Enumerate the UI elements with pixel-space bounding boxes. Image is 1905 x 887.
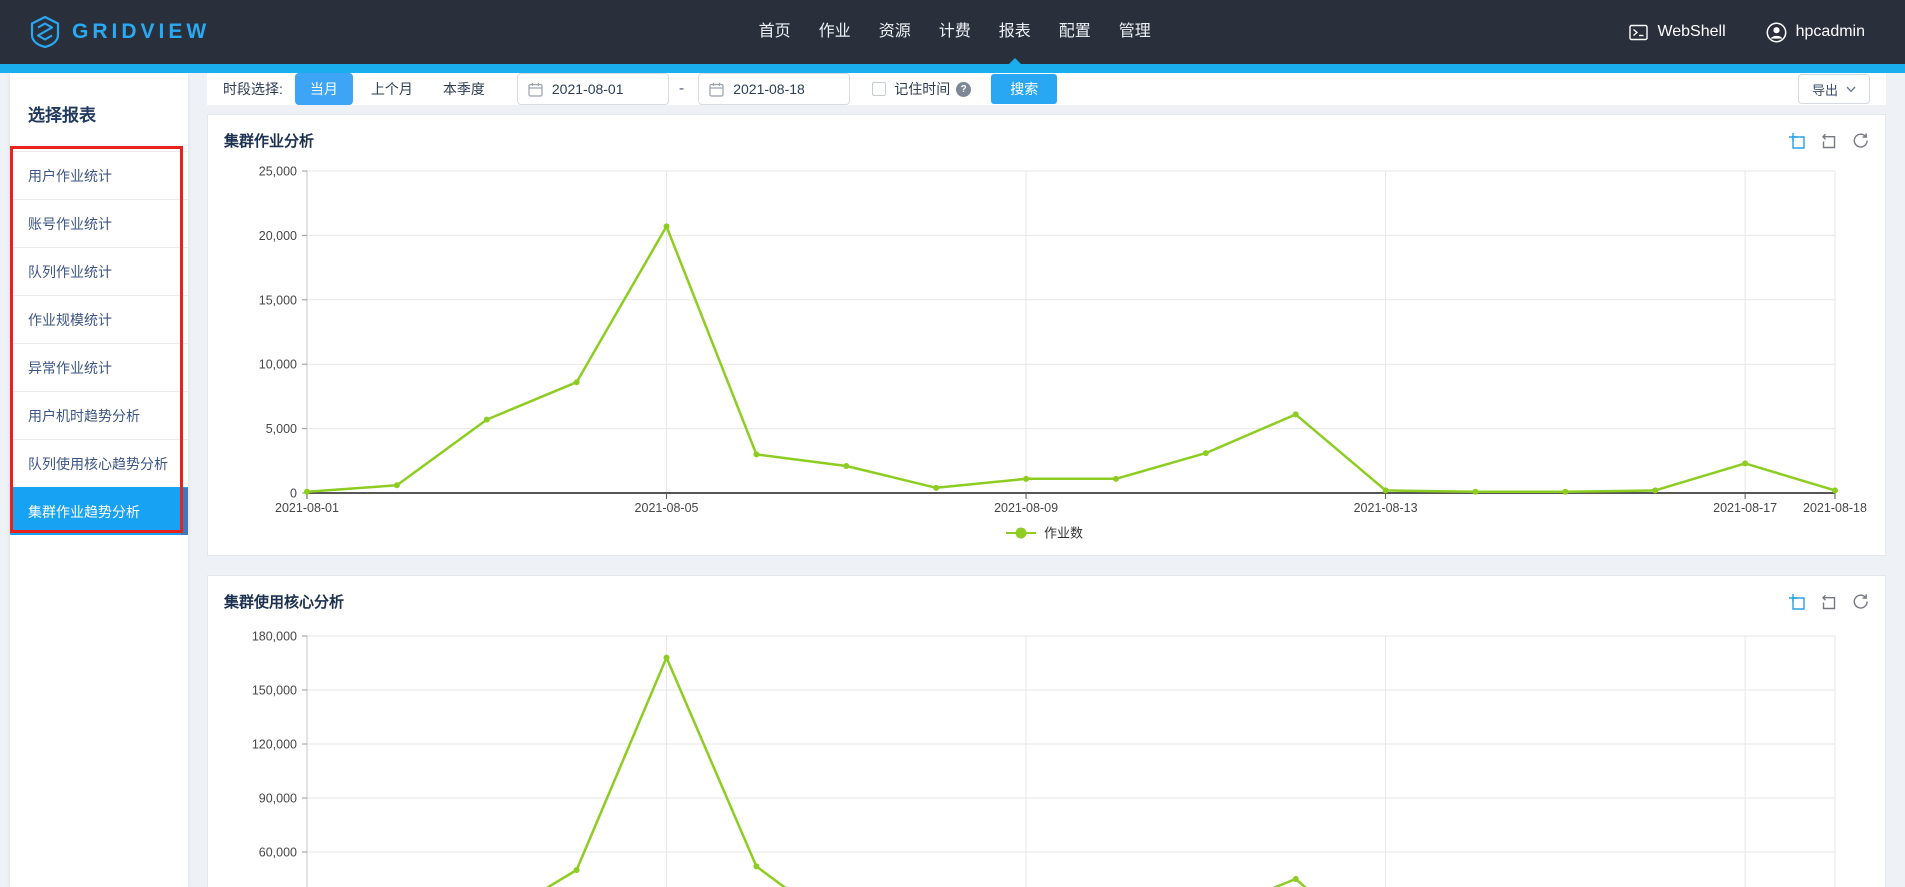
- sidebar-title: 选择报表: [10, 73, 188, 151]
- date-to-input[interactable]: 2021-08-18: [698, 73, 850, 105]
- zoom-reset-icon[interactable]: [1820, 132, 1837, 149]
- sidebar-report-item-3[interactable]: 队列作业统计: [10, 247, 188, 295]
- panel-title: 集群作业分析: [224, 130, 314, 151]
- refresh-icon[interactable]: [1852, 132, 1869, 149]
- search-button[interactable]: 搜索: [991, 74, 1057, 104]
- cluster-cores-analysis-panel: 集群使用核心分析: [207, 575, 1886, 887]
- nav-item-1[interactable]: 首页: [759, 0, 791, 64]
- zoom-select-icon[interactable]: [1788, 593, 1805, 610]
- svg-text:2021-08-18: 2021-08-18: [1803, 501, 1867, 515]
- webshell-button[interactable]: WebShell: [1629, 23, 1725, 41]
- user-menu[interactable]: hpcadmin: [1766, 22, 1865, 43]
- svg-text:2021-08-09: 2021-08-09: [994, 501, 1058, 515]
- report-sidebar: 选择报表 用户作业统计账号作业统计队列作业统计作业规模统计异常作业统计用户机时趋…: [10, 73, 188, 887]
- svg-text:20,000: 20,000: [259, 229, 297, 243]
- svg-text:2021-08-05: 2021-08-05: [635, 501, 699, 515]
- quick-period-buttons: 当月上个月本季度: [295, 73, 503, 105]
- remember-time-checkbox[interactable]: [872, 82, 886, 96]
- nav-item-3[interactable]: 资源: [879, 0, 911, 64]
- chart-toolbar: [1788, 593, 1869, 610]
- svg-text:10,000: 10,000: [259, 358, 297, 372]
- svg-text:5,000: 5,000: [266, 422, 297, 436]
- nav-item-2[interactable]: 作业: [819, 0, 851, 64]
- gridview-shield-icon: [30, 16, 60, 48]
- cluster-job-analysis-panel: 集群作业分析: [207, 114, 1886, 556]
- calendar-icon: [528, 82, 543, 97]
- cluster-cores-analysis-chart: 030,00060,00090,000120,000150,000180,000: [224, 616, 1869, 887]
- date-from-value: 2021-08-01: [552, 81, 624, 97]
- terminal-icon: [1629, 24, 1648, 41]
- quick-period-1[interactable]: 当月: [295, 73, 353, 105]
- sidebar-report-item-5[interactable]: 异常作业统计: [10, 343, 188, 391]
- svg-text:2021-08-01: 2021-08-01: [275, 501, 339, 515]
- nav-item-5[interactable]: 报表: [999, 0, 1031, 64]
- svg-text:60,000: 60,000: [259, 846, 297, 860]
- export-button[interactable]: 导出: [1798, 74, 1870, 104]
- accent-bar: [0, 64, 1905, 73]
- brand-logo: GRIDVIEW: [30, 16, 280, 48]
- svg-text:15,000: 15,000: [259, 293, 297, 307]
- username: hpcadmin: [1796, 23, 1865, 41]
- zoom-select-icon[interactable]: [1788, 132, 1805, 149]
- svg-text:0: 0: [290, 487, 297, 501]
- zoom-reset-icon[interactable]: [1820, 593, 1837, 610]
- svg-text:150,000: 150,000: [252, 684, 297, 698]
- nav-item-7[interactable]: 管理: [1119, 0, 1151, 64]
- nav-item-6[interactable]: 配置: [1059, 0, 1091, 64]
- nav-item-4[interactable]: 计费: [939, 0, 971, 64]
- sidebar-report-item-6[interactable]: 用户机时趋势分析: [10, 391, 188, 439]
- svg-text:180,000: 180,000: [252, 630, 297, 644]
- main-nav: 首页作业资源计费报表配置管理: [280, 0, 1629, 64]
- export-label: 导出: [1812, 80, 1838, 99]
- date-to-value: 2021-08-18: [733, 81, 805, 97]
- svg-text:2021-08-17: 2021-08-17: [1713, 501, 1777, 515]
- sidebar-report-item-4[interactable]: 作业规模统计: [10, 295, 188, 343]
- period-label: 时段选择:: [223, 79, 283, 99]
- quick-period-2[interactable]: 上个月: [359, 73, 425, 105]
- top-navbar: GRIDVIEW 首页作业资源计费报表配置管理 WebShell hp: [0, 0, 1905, 64]
- quick-period-3[interactable]: 本季度: [431, 73, 497, 105]
- svg-text:90,000: 90,000: [259, 792, 297, 806]
- svg-text:120,000: 120,000: [252, 738, 297, 752]
- topbar-right: WebShell hpcadmin: [1629, 22, 1865, 43]
- panel-title: 集群使用核心分析: [224, 591, 344, 612]
- webshell-label: WebShell: [1657, 23, 1725, 41]
- refresh-icon[interactable]: [1852, 593, 1869, 610]
- sidebar-report-item-2[interactable]: 账号作业统计: [10, 199, 188, 247]
- report-list: 用户作业统计账号作业统计队列作业统计作业规模统计异常作业统计用户机时趋势分析队列…: [10, 151, 188, 535]
- date-range-separator: -: [679, 80, 684, 98]
- sidebar-report-item-1[interactable]: 用户作业统计: [10, 151, 188, 199]
- chevron-down-icon: [1846, 86, 1856, 93]
- brand-name: GRIDVIEW: [72, 20, 210, 44]
- help-icon[interactable]: ?: [956, 82, 971, 97]
- sidebar-report-item-7[interactable]: 队列使用核心趋势分析: [10, 439, 188, 487]
- svg-text:作业数: 作业数: [1044, 526, 1083, 541]
- user-avatar-icon: [1766, 22, 1787, 43]
- cluster-job-analysis-chart: 0 5,000 10,000 15,000 20,000 25,000 2021-08-01…: [224, 155, 1869, 556]
- chart-toolbar: [1788, 132, 1869, 149]
- svg-text:25,000: 25,000: [259, 165, 297, 179]
- remember-time-label: 记住时间: [894, 79, 950, 99]
- calendar-icon: [709, 82, 724, 97]
- filter-bar: 时段选择: 当月上个月本季度 2021-08-01 -: [207, 73, 1886, 105]
- sidebar-scrollbar-thumb[interactable]: [181, 488, 188, 535]
- sidebar-report-item-8[interactable]: 集群作业趋势分析: [10, 487, 188, 535]
- svg-text:2021-08-13: 2021-08-13: [1354, 501, 1418, 515]
- date-from-input[interactable]: 2021-08-01: [517, 73, 669, 105]
